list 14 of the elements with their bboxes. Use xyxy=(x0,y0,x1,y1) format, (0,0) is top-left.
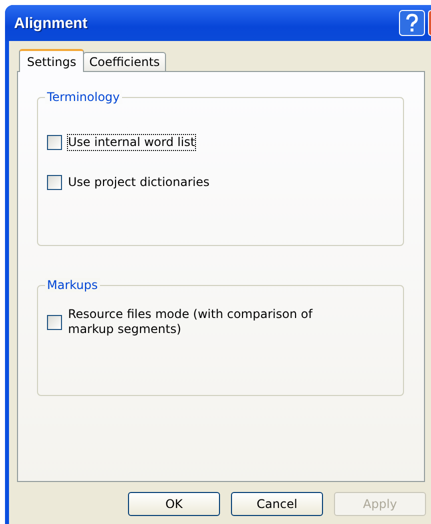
checkbox-label[interactable]: Use project dictionaries xyxy=(67,174,210,191)
tab[interactable]: Coefficients xyxy=(83,52,166,71)
window-title: Alignment xyxy=(14,14,88,32)
checkbox[interactable] xyxy=(47,314,62,330)
help-icon[interactable] xyxy=(399,10,425,36)
checkbox-label[interactable]: Use internal word list xyxy=(67,134,196,151)
group-title: Markups xyxy=(45,278,100,292)
checkbox[interactable] xyxy=(47,135,62,150)
checkbox[interactable] xyxy=(47,175,62,190)
group-title: Terminology xyxy=(45,90,122,104)
tab[interactable]: Settings xyxy=(19,49,84,72)
checkbox-label[interactable]: Resource files mode (with comparison of markup segments) xyxy=(67,306,357,338)
dialog-button[interactable]: Cancel xyxy=(231,492,323,516)
dialog-button[interactable]: OK xyxy=(128,492,220,516)
